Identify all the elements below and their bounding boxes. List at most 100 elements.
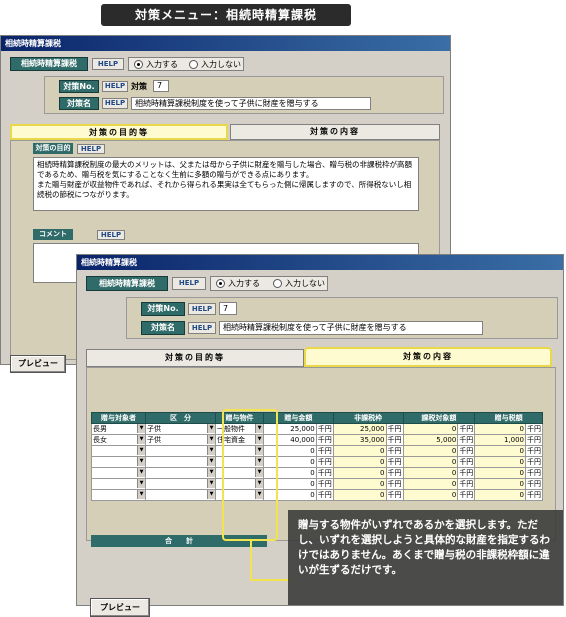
kubun-select[interactable]: ▼ <box>145 456 216 468</box>
kubun-select[interactable]: 子供 ▼ <box>145 423 216 435</box>
back-radio-input[interactable] <box>134 60 143 69</box>
chevron-down-icon[interactable]: ▼ <box>137 490 145 499</box>
kubun-select[interactable]: ▼ <box>145 467 216 479</box>
chevron-down-icon[interactable]: ▼ <box>207 479 215 488</box>
back-preview-button[interactable]: プレビュー <box>10 355 66 373</box>
front-radio-input[interactable] <box>216 279 225 288</box>
target-select[interactable]: ▼ <box>91 489 146 501</box>
kazei-cell: 0 <box>402 467 459 479</box>
kubun-select[interactable]: ▼ <box>145 489 216 501</box>
front-tab-content[interactable]: 対策の内容 <box>304 347 552 367</box>
kazei-cell: 0 <box>402 489 459 501</box>
back-taisaku-name-field[interactable]: 相続時精算課税制度を使って子供に財産を贈与する <box>131 97 371 110</box>
front-taisaku-no-help[interactable]: HELP <box>188 303 216 315</box>
unit-label: 千円 <box>315 423 334 435</box>
back-purpose-help[interactable]: HELP <box>77 144 105 154</box>
unit-label: 千円 <box>315 478 334 490</box>
zei-cell: 0 <box>474 489 526 501</box>
target-select[interactable]: ▼ <box>91 478 146 490</box>
gift-table: 贈与対象者 区 分 贈与物件 贈与金額 非課税枠 課税対象額 贈与税額 長男 ▼ 子… <box>91 412 543 501</box>
front-radio-no-input[interactable] <box>273 279 282 288</box>
unit-label: 千円 <box>525 423 543 435</box>
chevron-down-icon[interactable]: ▼ <box>207 468 215 477</box>
kazei-cell: 0 <box>402 423 459 435</box>
back-taisaku-name-label: 対策名 <box>59 97 99 110</box>
unit-label: 千円 <box>315 445 334 457</box>
unit-label: 千円 <box>525 489 543 501</box>
chevron-down-icon[interactable]: ▼ <box>137 424 145 433</box>
kazei-cell: 0 <box>402 456 459 468</box>
unit-label: 千円 <box>385 456 404 468</box>
front-section-help-button[interactable]: HELP <box>172 277 206 290</box>
front-radio-input-label: 入力する <box>228 279 260 288</box>
front-tab-purpose[interactable]: 対策の目的等 <box>86 349 304 367</box>
chevron-down-icon[interactable]: ▼ <box>207 457 215 466</box>
hikazei-cell: 0 <box>332 456 387 468</box>
chevron-down-icon[interactable]: ▼ <box>137 468 145 477</box>
unit-label: 千円 <box>525 467 543 479</box>
chevron-down-icon[interactable]: ▼ <box>207 490 215 499</box>
chevron-down-icon[interactable]: ▼ <box>207 424 215 433</box>
col-kubun: 区 分 <box>145 412 216 424</box>
unit-label: 千円 <box>525 456 543 468</box>
unit-label: 千円 <box>457 489 476 501</box>
unit-label: 千円 <box>457 456 476 468</box>
target-select-value: 長女 <box>93 436 107 444</box>
unit-label: 千円 <box>315 434 334 446</box>
unit-label: 千円 <box>385 489 404 501</box>
back-comment-help[interactable]: HELP <box>97 230 125 240</box>
target-select[interactable]: ▼ <box>91 467 146 479</box>
target-select[interactable]: ▼ <box>91 456 146 468</box>
back-taisaku-label: 対策 <box>131 82 147 91</box>
unit-label: 千円 <box>315 467 334 479</box>
chevron-down-icon[interactable]: ▼ <box>137 435 145 444</box>
target-select[interactable]: ▼ <box>91 445 146 457</box>
front-section-button[interactable]: 相続時精算課税 <box>86 276 168 291</box>
back-section-help-button[interactable]: HELP <box>92 58 124 70</box>
back-taisaku-name-help[interactable]: HELP <box>102 98 128 109</box>
explanation-callout: 贈与する物件がいずれであるかを選択します。ただし、いずれを選択しようと具体的な財… <box>288 510 563 605</box>
highlight-connector <box>250 541 292 581</box>
chevron-down-icon[interactable]: ▼ <box>137 446 145 455</box>
back-section-button[interactable]: 相続時精算課税 <box>10 57 88 71</box>
back-taisaku-no-field[interactable]: 7 <box>153 80 169 92</box>
back-tab-content[interactable]: 対策の内容 <box>230 124 440 140</box>
target-select[interactable]: 長男 ▼ <box>91 423 146 435</box>
back-radio-no-input-label: 入力しない <box>201 60 241 69</box>
front-window-titlebar: 相続時精算課税 <box>77 255 563 270</box>
back-input-radiogroup: 入力する 入力しない <box>128 57 244 71</box>
target-select[interactable]: 長女 ▼ <box>91 434 146 446</box>
front-taisaku-no-field[interactable]: 7 <box>219 302 237 315</box>
back-radio-no-input[interactable] <box>189 60 198 69</box>
back-window-titlebar: 相続時精算課税 <box>1 36 450 51</box>
chevron-down-icon[interactable]: ▼ <box>207 435 215 444</box>
bukken-column-highlight <box>222 409 278 541</box>
kazei-cell: 0 <box>402 478 459 490</box>
table-row: ▼ ▼ ▼ 0 千円 0 千円 0 千円 0 千円 <box>91 456 543 468</box>
unit-label: 千円 <box>385 434 404 446</box>
back-taisaku-no-help[interactable]: HELP <box>102 81 128 92</box>
col-hikazei: 非課税枠 <box>332 412 404 424</box>
front-taisaku-name-field[interactable]: 相続時精算課税制度を使って子供に財産を贈与する <box>219 321 483 335</box>
unit-label: 千円 <box>525 478 543 490</box>
front-preview-button[interactable]: プレビュー <box>90 598 150 617</box>
kubun-select-value: 子供 <box>147 425 161 433</box>
kazei-cell: 0 <box>402 445 459 457</box>
unit-label: 千円 <box>315 456 334 468</box>
zei-cell: 0 <box>474 467 526 479</box>
kubun-select[interactable]: 子供 ▼ <box>145 434 216 446</box>
chevron-down-icon[interactable]: ▼ <box>137 457 145 466</box>
back-purpose-textarea[interactable]: 相続時精算課税制度の最大のメリットは、父または母から子供に財産を贈与した場合、贈… <box>33 157 419 211</box>
chevron-down-icon[interactable]: ▼ <box>137 479 145 488</box>
hikazei-cell: 25,000 <box>332 423 387 435</box>
back-tab-purpose[interactable]: 対策の目的等 <box>10 124 228 140</box>
front-taisaku-name-help[interactable]: HELP <box>188 322 216 334</box>
table-row: ▼ ▼ ▼ 0 千円 0 千円 0 千円 0 千円 <box>91 445 543 457</box>
kubun-select[interactable]: ▼ <box>145 445 216 457</box>
hikazei-cell: 35,000 <box>332 434 387 446</box>
kubun-select[interactable]: ▼ <box>145 478 216 490</box>
unit-label: 千円 <box>525 434 543 446</box>
unit-label: 千円 <box>385 478 404 490</box>
front-radio-no-input-label: 入力しない <box>285 279 325 288</box>
chevron-down-icon[interactable]: ▼ <box>207 446 215 455</box>
